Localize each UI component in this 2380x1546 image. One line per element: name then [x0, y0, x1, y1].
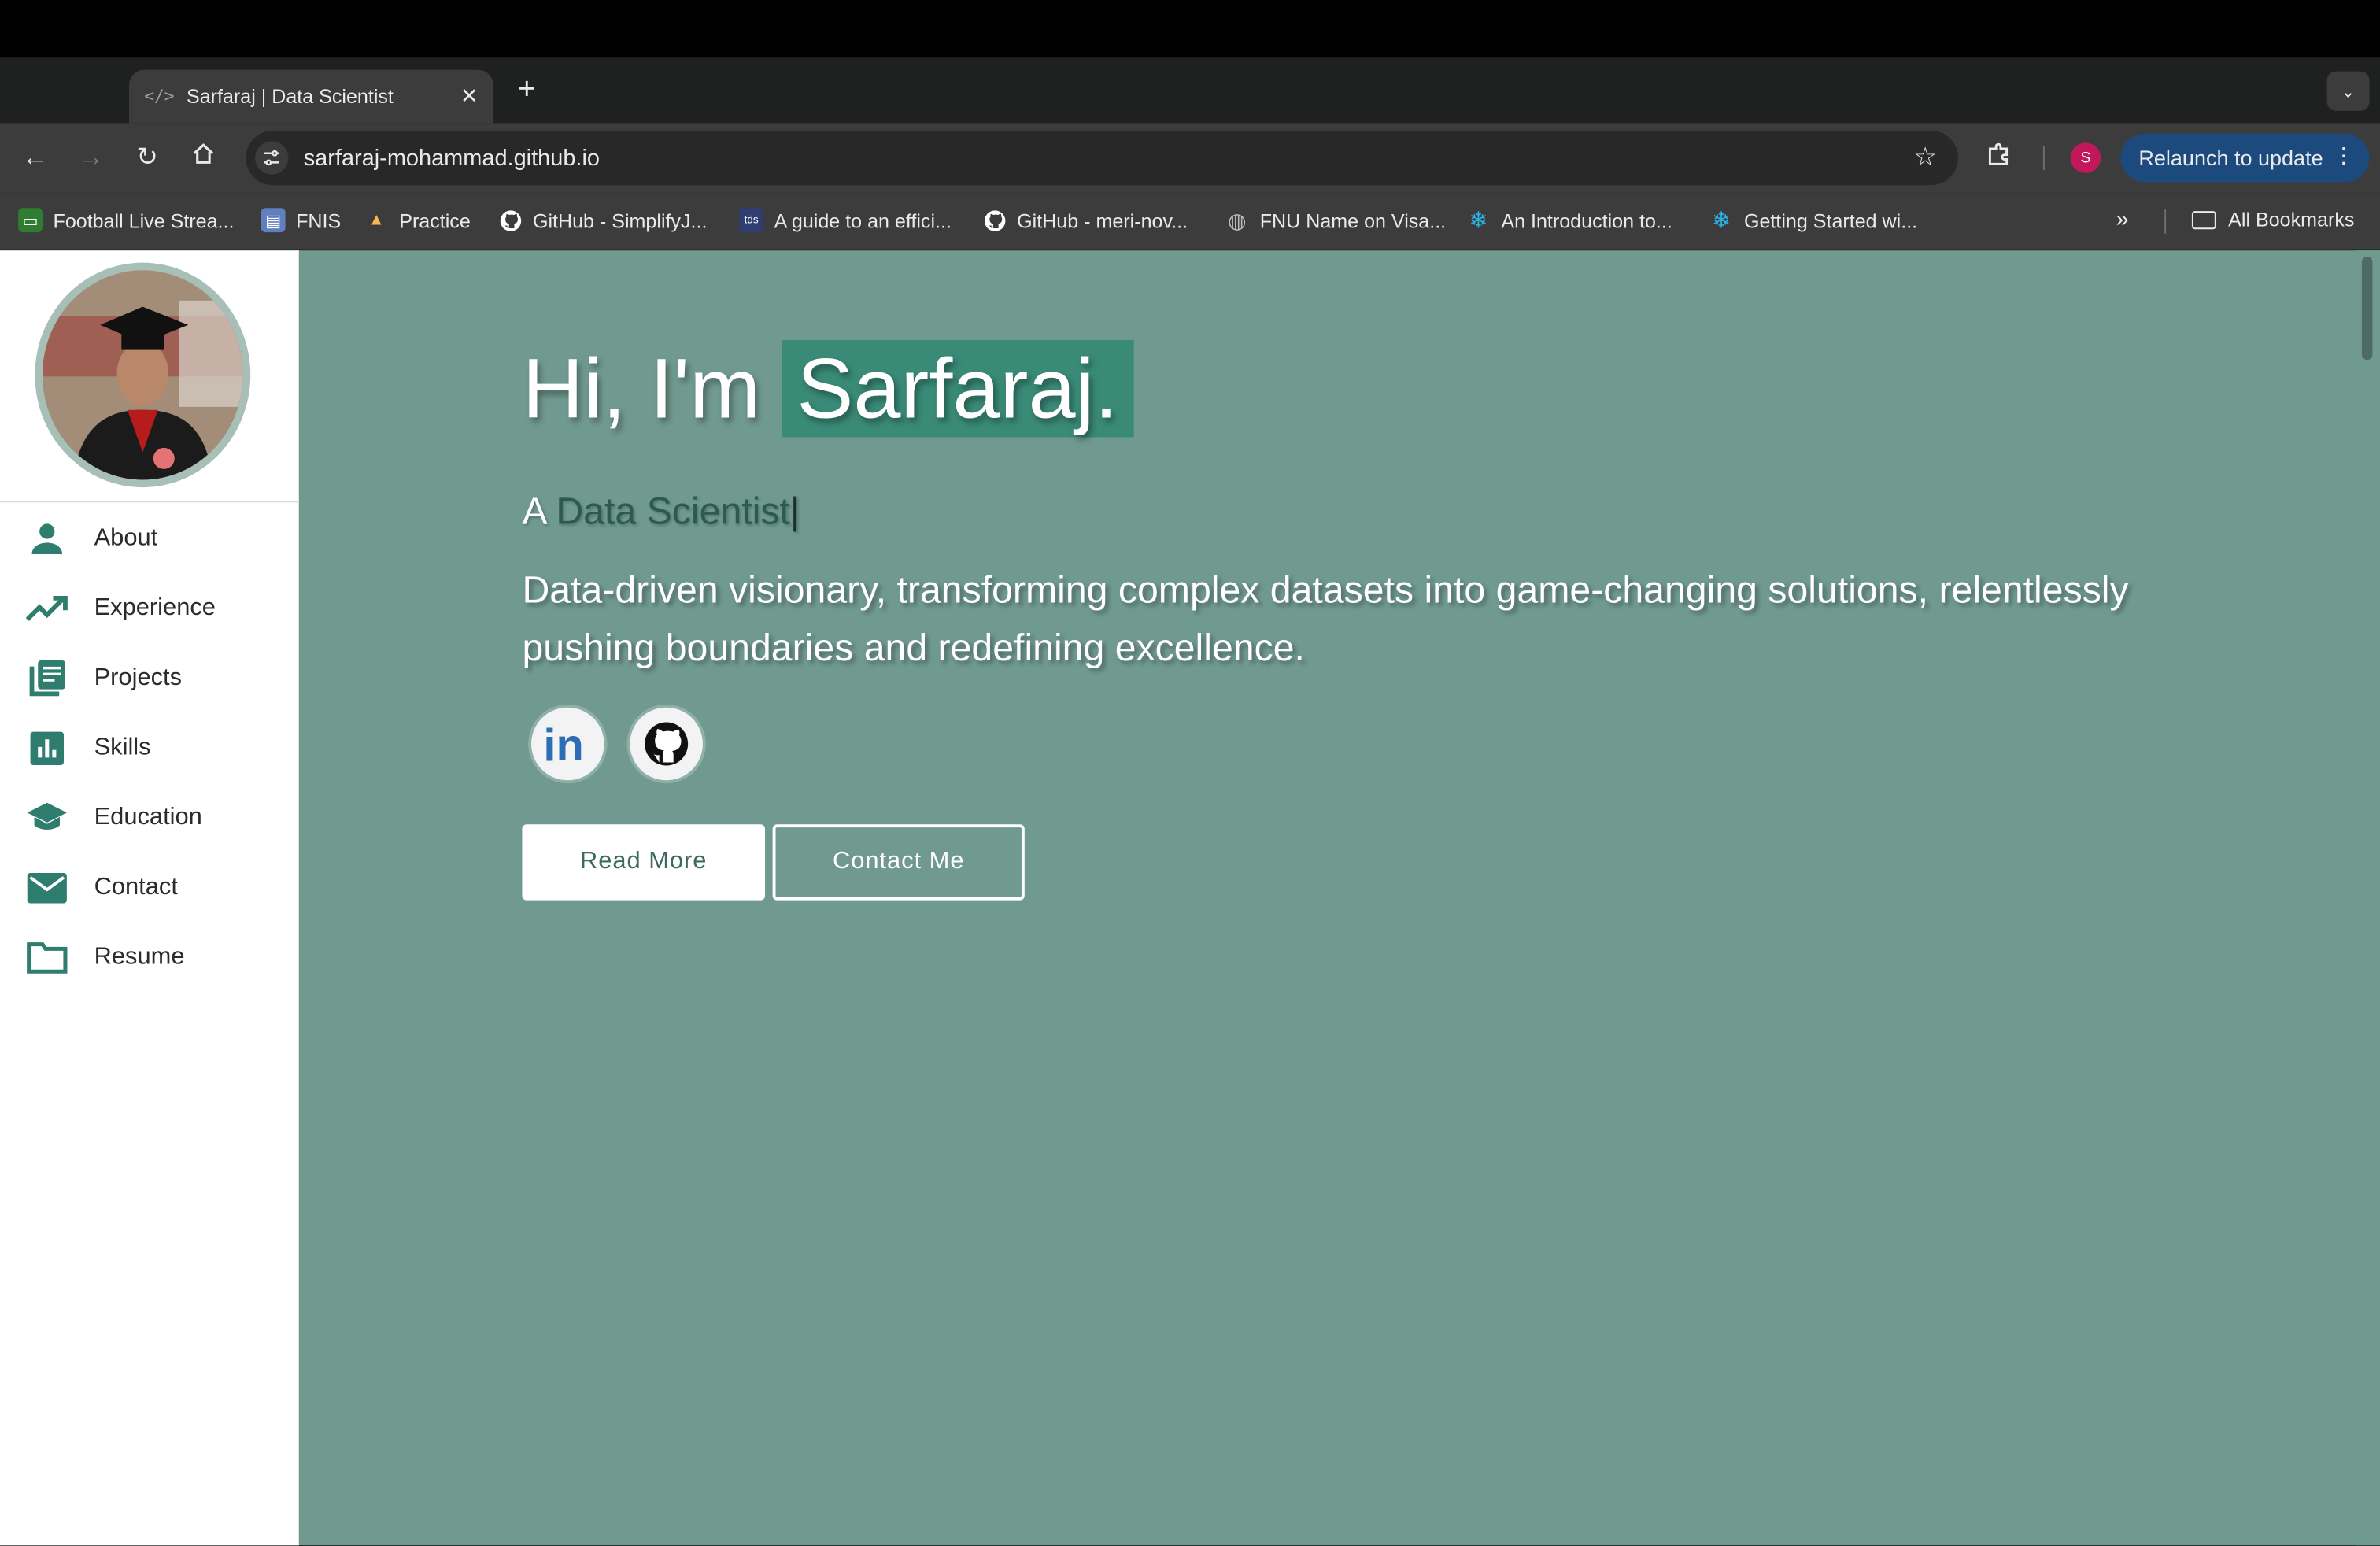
more-bookmarks-chevron-icon[interactable]: »: [2116, 206, 2128, 232]
bookmark-item[interactable]: ▲ Practice: [364, 208, 471, 232]
bookmark-item[interactable]: GitHub - SimplifyJ...: [498, 208, 708, 232]
snowflake-icon: ❄: [1469, 208, 1488, 235]
window-top-bar: [0, 0, 2380, 58]
more-menu-icon[interactable]: ⋮: [2333, 142, 2354, 168]
bookmark-item[interactable]: ◍ FNU Name on Visa...: [1225, 207, 1447, 232]
sidebar-item-education[interactable]: Education: [0, 783, 299, 853]
sidebar-item-label: About: [94, 525, 158, 552]
svg-text:in: in: [543, 721, 583, 767]
tab-strip: </> Sarfaraj | Data Scientist ✕ + ⌄: [0, 57, 2380, 124]
avatar: [42, 270, 243, 480]
bookmark-label: A guide to an effici...: [774, 209, 952, 232]
bookmark-item[interactable]: ❄ Getting Started wi...: [1709, 208, 1918, 235]
sidebar-item-label: Resume: [94, 944, 185, 971]
sidebar-nav: About Experience Projects Skills Educati…: [0, 504, 299, 993]
typed-role: Data Scientist: [556, 490, 790, 533]
mail-icon: [26, 867, 68, 909]
sidebar-item-label: Education: [94, 804, 202, 830]
site-settings-icon[interactable]: [255, 141, 289, 175]
back-arrow-icon[interactable]: ←: [17, 141, 53, 174]
page-viewport: About Experience Projects Skills Educati…: [0, 250, 2380, 1546]
sidebar-item-about[interactable]: About: [0, 504, 299, 574]
hero-greeting: Hi, I'm: [522, 340, 761, 436]
globe-icon: ◍: [1228, 207, 1247, 232]
avatar-frame: [35, 262, 251, 488]
bookmarks-bar: ▭ Football Live Strea... ▤ FNIS ▲ Practi…: [0, 192, 2380, 251]
bookmark-item[interactable]: ▭ Football Live Strea...: [18, 208, 235, 233]
reload-icon[interactable]: ↻: [129, 141, 165, 174]
code-favicon-icon: </>: [144, 86, 175, 107]
hero-title: Hi, I'm Sarfaraj.: [522, 338, 1133, 437]
sidebar-divider: [0, 501, 299, 503]
hero-name: Sarfaraj.: [782, 339, 1133, 437]
bookmark-star-icon[interactable]: ☆: [1913, 142, 1936, 173]
trending-up-icon: [25, 587, 68, 630]
sidebar: About Experience Projects Skills Educati…: [0, 250, 299, 1546]
close-tab-icon[interactable]: ✕: [460, 83, 479, 109]
library-books-icon: [26, 657, 68, 700]
hero-description: Data-driven visionary, transforming comp…: [522, 569, 2129, 670]
linkedin-icon[interactable]: in: [528, 704, 608, 784]
person-icon: [26, 518, 68, 560]
page-scrollbar[interactable]: [2356, 250, 2380, 1546]
bookmark-label: An Introduction to...: [1501, 209, 1672, 232]
github-icon: [498, 208, 523, 232]
tab-title: Sarfaraj | Data Scientist: [186, 85, 394, 108]
bookmark-item[interactable]: ▤ FNIS: [261, 208, 342, 233]
bookmarks-separator: [2164, 209, 2167, 235]
sidebar-item-experience[interactable]: Experience: [0, 574, 299, 644]
bookmark-label: FNU Name on Visa...: [1259, 209, 1447, 232]
subtitle-prefix: A: [522, 490, 545, 533]
bookmark-label: GitHub - meri-nov...: [1017, 209, 1188, 232]
rocket-icon: ▲: [368, 211, 385, 230]
bar-chart-icon: [26, 727, 68, 770]
sidebar-item-label: Experience: [94, 595, 216, 621]
all-bookmarks-label: All Bookmarks: [2228, 208, 2355, 231]
hero-subtitle: A Data Scientist|: [522, 490, 800, 534]
sidebar-item-label: Skills: [94, 734, 151, 761]
bookmark-item[interactable]: tds A guide to an effici...: [739, 208, 952, 233]
new-tab-icon[interactable]: +: [510, 73, 543, 108]
contact-me-button[interactable]: Contact Me: [772, 824, 1025, 901]
sidebar-item-skills[interactable]: Skills: [0, 713, 299, 783]
bookmark-item[interactable]: GitHub - meri-nov...: [982, 208, 1188, 232]
doc-icon: ▤: [261, 208, 286, 233]
bookmark-label: Getting Started wi...: [1743, 209, 1918, 232]
forward-arrow-icon[interactable]: →: [73, 141, 109, 174]
tds-icon: tds: [739, 208, 764, 233]
github-icon: [982, 208, 1007, 232]
toolbar-separator: [2042, 146, 2045, 171]
profile-avatar[interactable]: S: [2070, 142, 2101, 173]
url-text[interactable]: sarfaraj-mohammad.github.io: [304, 145, 1914, 171]
address-bar[interactable]: sarfaraj-mohammad.github.io ☆: [246, 130, 1958, 186]
browser-tab[interactable]: </> Sarfaraj | Data Scientist ✕: [128, 69, 493, 124]
hero-section: Hi, I'm Sarfaraj. A Data Scientist| Data…: [301, 250, 2356, 1545]
relaunch-label: Relaunch to update: [2138, 146, 2323, 171]
home-icon[interactable]: [185, 141, 221, 174]
tv-icon: ▭: [18, 208, 43, 233]
github-icon[interactable]: [626, 704, 706, 784]
bookmark-label: GitHub - SimplifyJ...: [532, 209, 708, 232]
all-bookmarks-button[interactable]: All Bookmarks: [2191, 208, 2355, 231]
bookmark-item[interactable]: ❄ An Introduction to...: [1466, 208, 1672, 235]
bookmark-label: Football Live Strea...: [53, 209, 235, 232]
folder-icon: [26, 937, 68, 979]
scrollbar-thumb[interactable]: [2361, 256, 2373, 361]
sidebar-item-label: Contact: [94, 874, 178, 901]
read-more-button[interactable]: Read More: [522, 824, 766, 901]
sidebar-item-projects[interactable]: Projects: [0, 644, 299, 714]
extensions-puzzle-icon[interactable]: [1986, 141, 2013, 176]
sidebar-item-contact[interactable]: Contact: [0, 853, 299, 923]
folder-icon: [2191, 210, 2216, 229]
bookmark-label: Practice: [399, 209, 471, 232]
relaunch-button[interactable]: Relaunch to update ⋮: [2120, 133, 2370, 183]
sidebar-item-resume[interactable]: Resume: [0, 923, 299, 993]
tab-search-chevron-icon[interactable]: ⌄: [2326, 71, 2370, 111]
browser-toolbar: ← → ↻ sarfaraj-mohammad.github.io ☆ S Re…: [0, 123, 2380, 193]
school-icon: [26, 797, 68, 840]
bookmark-label: FNIS: [296, 209, 342, 232]
typing-caret: |: [789, 490, 800, 533]
snowflake-icon: ❄: [1711, 208, 1731, 235]
sidebar-item-label: Projects: [94, 664, 183, 691]
